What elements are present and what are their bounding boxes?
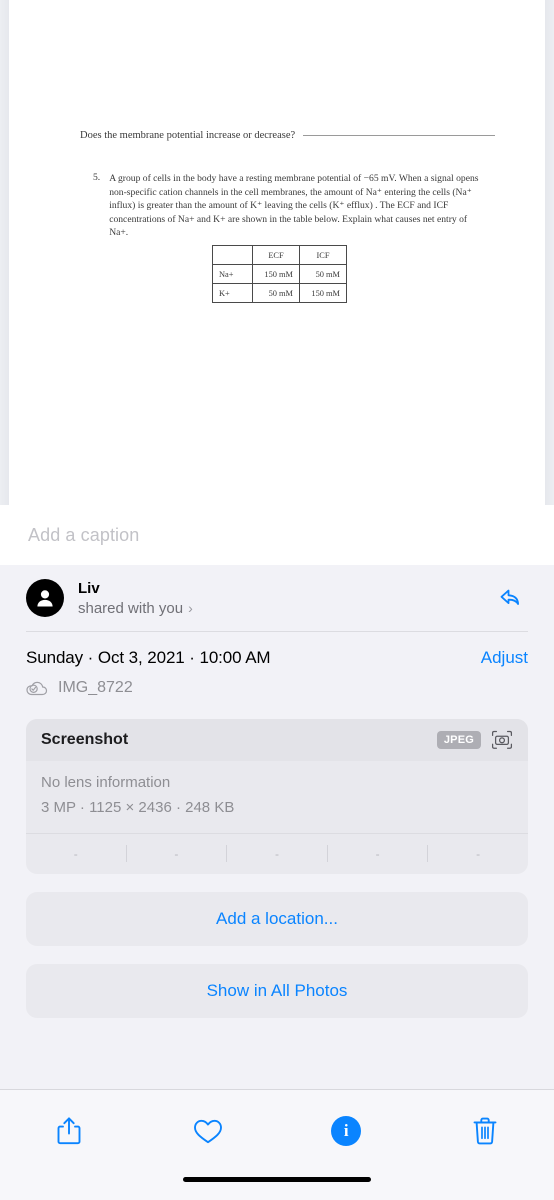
table-cell-k-ecf: 50 mM [252, 283, 300, 303]
bottom-toolbar: i [0, 1090, 554, 1200]
trash-icon [473, 1117, 497, 1145]
date-block: Sunday · Oct 3, 2021 · 10:00 AM Adjust I… [0, 632, 554, 701]
table-corner-cell [212, 245, 253, 265]
date-row: Sunday · Oct 3, 2021 · 10:00 AM Adjust [26, 648, 528, 668]
share-icon [57, 1117, 81, 1145]
table-cell-k-icf: 150 mM [299, 283, 347, 303]
camera-icon [491, 730, 513, 749]
info-icon: i [331, 1116, 362, 1146]
photo-info-sheet: Liv shared with you › Sunday · Oct 3, 20… [0, 565, 554, 1090]
table-cell-na-icf: 50 mM [299, 264, 347, 284]
shared-with-you-row[interactable]: Liv shared with you › [0, 565, 554, 631]
shared-text-block: Liv shared with you › [78, 580, 480, 617]
reply-button[interactable] [494, 583, 528, 613]
shared-subtitle-label: shared with you [78, 599, 184, 617]
table-col-ecf: ECF [252, 245, 300, 265]
caption-placeholder[interactable]: Add a caption [28, 525, 139, 546]
chevron-right-icon: › [188, 600, 193, 616]
metadata-header: Screenshot JPEG [26, 719, 528, 761]
avatar [26, 579, 64, 617]
table-row-label-k: K+ [212, 283, 253, 303]
document-question-5: 5. A group of cells in the body have a r… [93, 172, 485, 240]
photo-left-edge [0, 0, 9, 505]
table-header-row: ECF ICF [212, 245, 347, 265]
file-name: IMG_8722 [58, 679, 133, 696]
heart-icon [193, 1119, 222, 1143]
exif-value-1: - [73, 846, 78, 861]
question-number: 5. [93, 172, 101, 183]
image-specs: 3 MP · 1125 × 2436 · 248 KB [41, 798, 235, 816]
show-in-all-photos-button[interactable]: Show in All Photos [26, 963, 528, 1018]
adjust-button[interactable]: Adjust [481, 648, 528, 668]
person-icon [37, 590, 53, 607]
format-badge: JPEG [436, 731, 481, 749]
lens-info: No lens information [41, 774, 171, 791]
exif-value-3: - [274, 846, 279, 861]
caption-field[interactable]: Add a caption [0, 505, 554, 565]
metadata-card[interactable]: Screenshot JPEG No lens information 3 MP… [26, 719, 528, 874]
capture-date: Sunday · Oct 3, 2021 · 10:00 AM [26, 648, 271, 667]
metadata-title: Screenshot [41, 731, 129, 748]
metadata-body: No lens information 3 MP · 1125 × 2436 ·… [26, 761, 528, 833]
exif-value-2: - [174, 846, 179, 861]
favorite-button[interactable] [139, 1108, 278, 1154]
document-question-prompt: Does the membrane potential increase or … [80, 130, 496, 141]
answer-blank-line [303, 135, 496, 136]
question-line-1: A group of cells in the body have a rest… [109, 173, 454, 184]
share-button[interactable] [0, 1108, 139, 1154]
exif-value-5: - [476, 846, 481, 861]
table-col-icf: ICF [299, 245, 347, 265]
table-row: Na+ 150 mM 50 mM [212, 264, 347, 284]
shared-subtitle[interactable]: shared with you › [78, 600, 480, 617]
photo-right-edge [545, 0, 554, 505]
delete-button[interactable] [416, 1108, 554, 1154]
table-row: K+ 50 mM 150 mM [212, 283, 347, 303]
cloud-check-icon [26, 681, 48, 695]
exif-value-4: - [375, 846, 380, 861]
reply-arrow-icon [500, 589, 519, 605]
info-button[interactable]: i [277, 1108, 416, 1154]
file-row: IMG_8722 [26, 679, 528, 697]
photo-viewer[interactable]: Does the membrane potential increase or … [0, 0, 554, 505]
question-body: A group of cells in the body have a rest… [109, 172, 485, 240]
question-prompt-text: Does the membrane potential increase or … [80, 130, 296, 141]
table-row-label-na: Na+ [212, 264, 253, 284]
sharer-name: Liv [78, 579, 100, 597]
document-page: Does the membrane potential increase or … [9, 0, 545, 505]
table-cell-na-ecf: 150 mM [252, 264, 300, 284]
exif-row: - - - - - [26, 834, 528, 874]
ion-concentration-table: ECF ICF Na+ 150 mM 50 mM K+ 50 mM 150 mM [212, 245, 347, 303]
home-indicator [183, 1177, 371, 1182]
add-location-button[interactable]: Add a location... [26, 891, 528, 946]
